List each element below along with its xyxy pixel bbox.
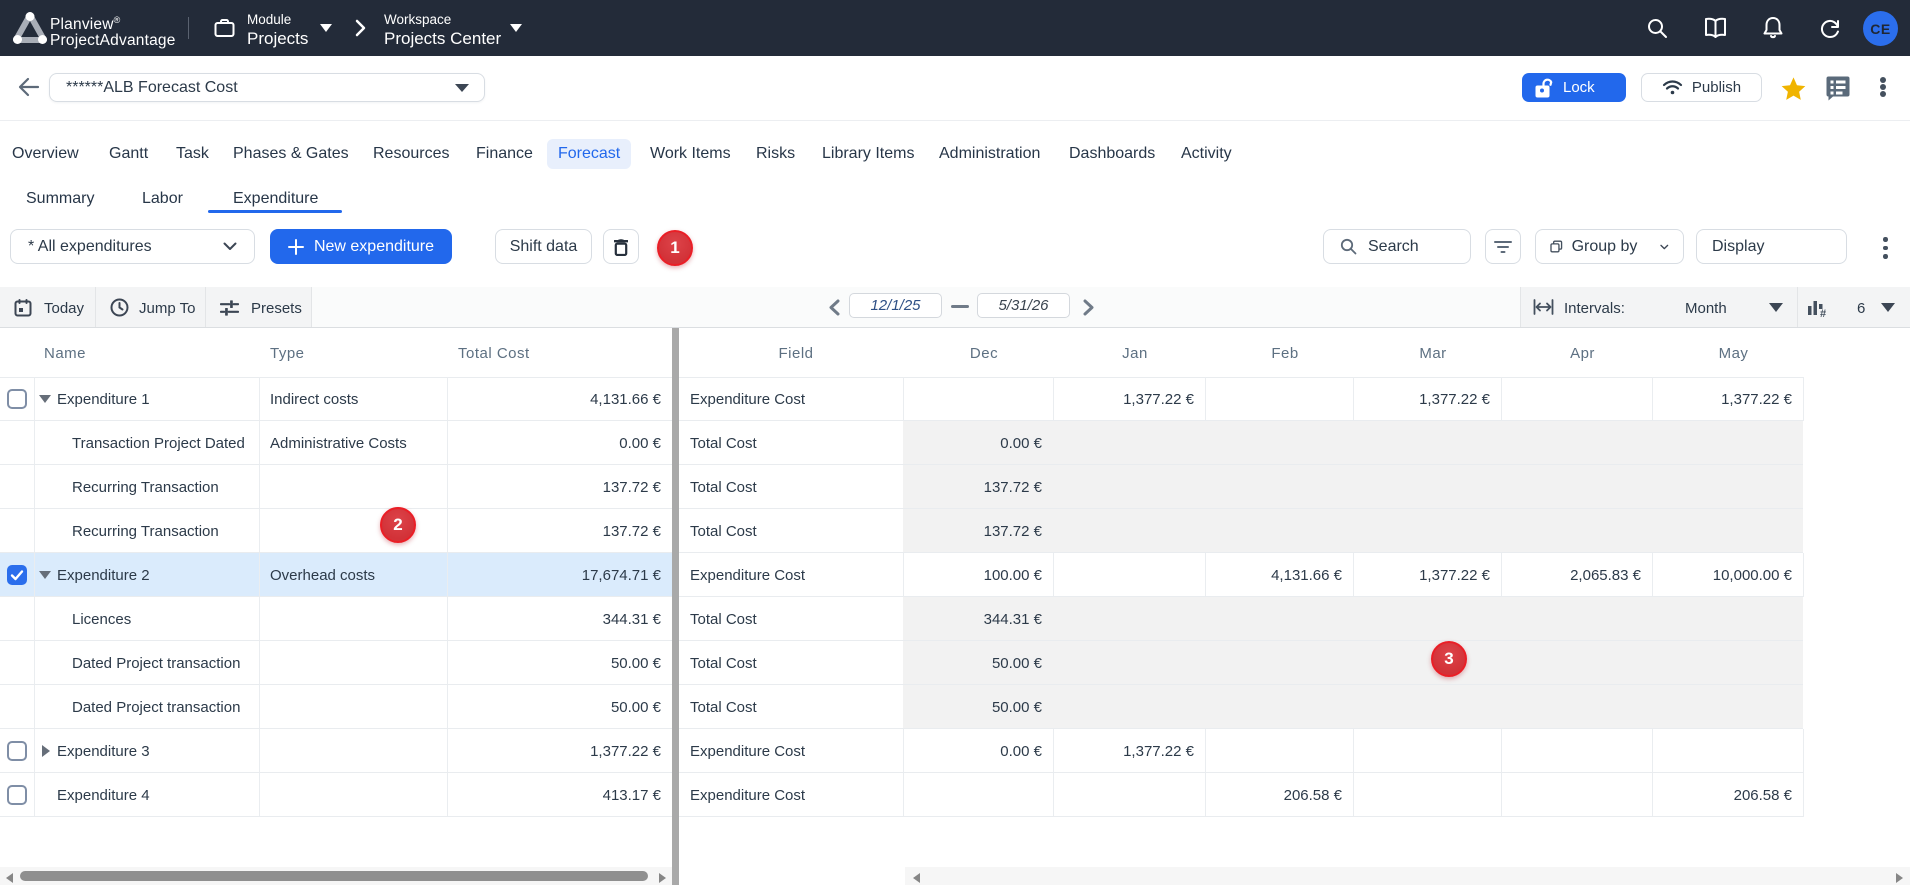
svg-text:#: # (1820, 308, 1826, 318)
